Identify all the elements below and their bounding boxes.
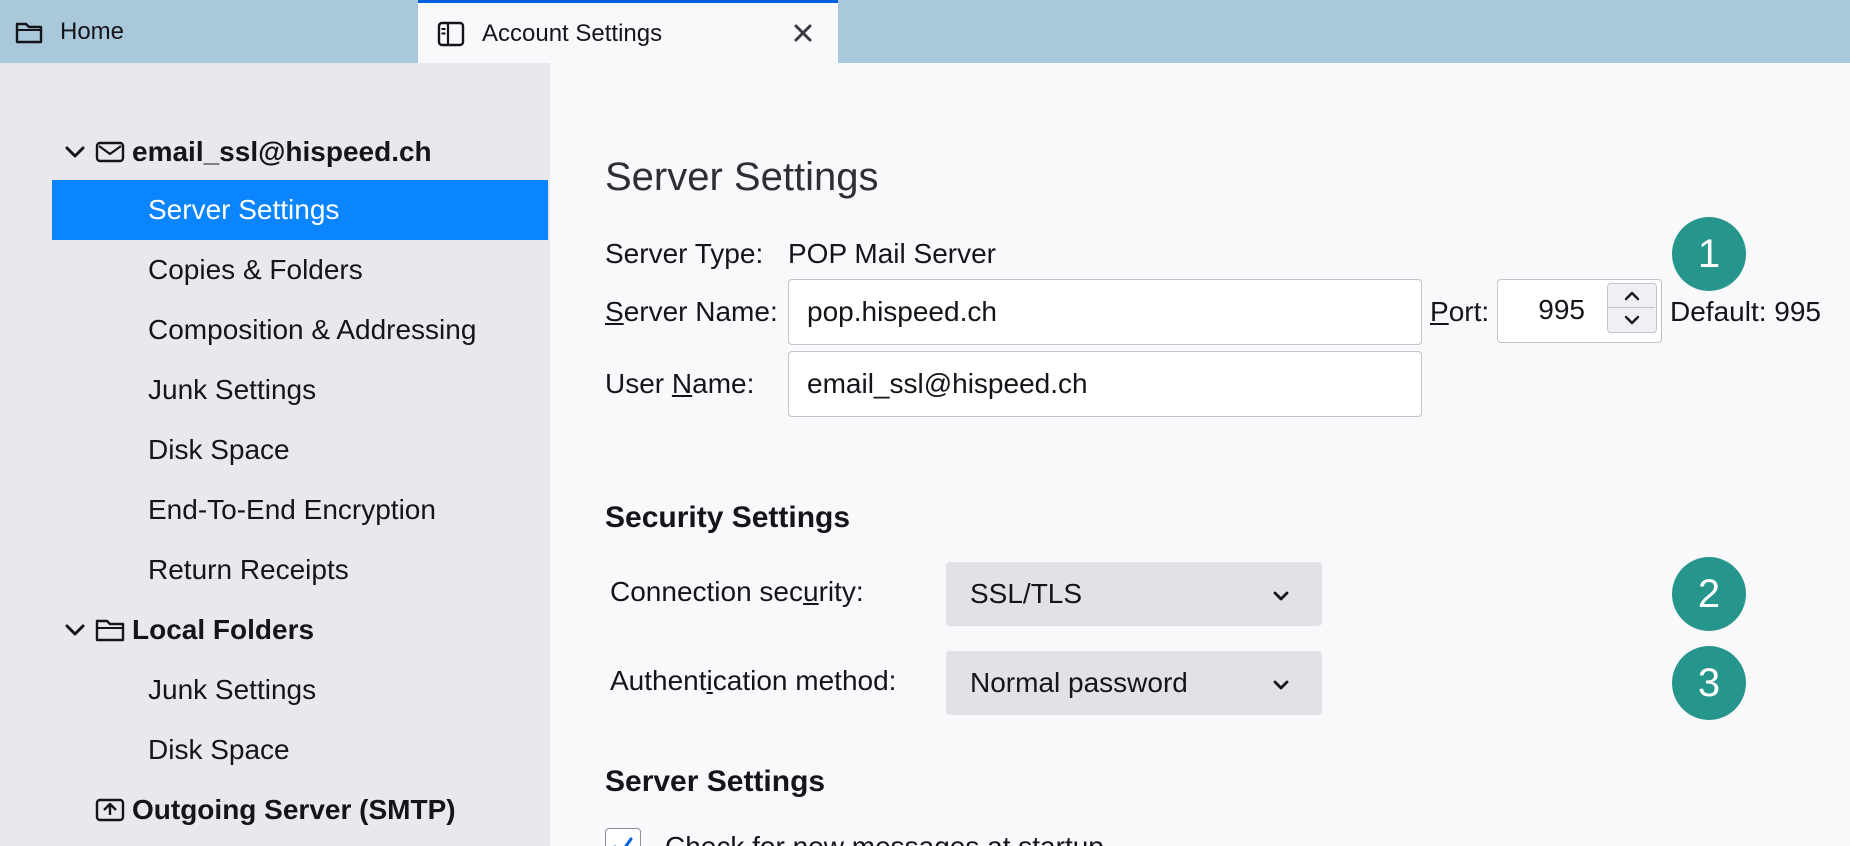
account-label: Outgoing Server (SMTP) bbox=[132, 794, 456, 825]
sidebar-item-label: Server Settings bbox=[148, 194, 340, 225]
connection-security-label-accesskey: u bbox=[803, 576, 819, 607]
sidebar-item-server-settings[interactable]: Server Settings bbox=[52, 180, 548, 240]
server-name-value: pop.hispeed.ch bbox=[807, 296, 997, 327]
connection-security-label-start: Connection sec bbox=[610, 576, 804, 607]
check-startup-checkbox[interactable] bbox=[605, 828, 641, 846]
account-settings-icon bbox=[436, 21, 466, 47]
user-name-label-accesskey: N bbox=[671, 368, 693, 399]
connection-security-select[interactable]: SSL/TLS bbox=[946, 562, 1322, 626]
account-settings-window: Home Account Settings email_ssl@hispeed.… bbox=[0, 0, 1850, 846]
sidebar-item-label: Disk Space bbox=[148, 434, 290, 465]
tab-strip: Home Account Settings bbox=[0, 0, 1850, 64]
user-name-input[interactable]: email_ssl@hispeed.ch bbox=[788, 351, 1422, 417]
sidebar-item-label: Disk Space bbox=[148, 734, 290, 765]
folder-icon bbox=[14, 19, 44, 45]
tab-account-settings-label: Account Settings bbox=[482, 19, 663, 47]
tab-home[interactable]: Home bbox=[0, 0, 415, 63]
sidebar-item-copies-folders[interactable]: Copies & Folders bbox=[52, 240, 548, 300]
chevron-down-icon[interactable] bbox=[1608, 308, 1655, 331]
outgoing-server-icon bbox=[94, 796, 126, 824]
sidebar-item-return-receipts[interactable]: Return Receipts bbox=[52, 540, 548, 600]
port-value: 995 bbox=[1538, 294, 1585, 325]
port-label-rest: ort: bbox=[1448, 296, 1490, 327]
port-label: Port: bbox=[1430, 296, 1489, 328]
authentication-method-select[interactable]: Normal password bbox=[946, 651, 1322, 715]
account-row-local-folders[interactable]: Local Folders bbox=[52, 600, 548, 660]
sidebar-item-label: Return Receipts bbox=[148, 554, 349, 585]
sidebar-item-end-to-end-encryption[interactable]: End-To-End Encryption bbox=[52, 480, 548, 540]
server-name-label-rest: erver Name: bbox=[623, 296, 778, 327]
port-spin-buttons bbox=[1607, 283, 1657, 333]
port-label-accesskey: P bbox=[1430, 296, 1449, 327]
chevron-up-icon[interactable] bbox=[1608, 284, 1655, 308]
server-name-label: Server Name: bbox=[605, 296, 778, 328]
tab-account-settings[interactable]: Account Settings bbox=[418, 0, 838, 64]
server-settings-panel: Server Settings Server Type: POP Mail Se… bbox=[550, 63, 1850, 846]
callout-badge-2: 2 bbox=[1672, 557, 1746, 631]
account-label: email_ssl@hispeed.ch bbox=[132, 136, 432, 167]
sidebar-item-label: Copies & Folders bbox=[148, 254, 363, 285]
sidebar-item-label: Junk Settings bbox=[148, 374, 317, 405]
tab-home-label: Home bbox=[60, 17, 125, 45]
user-name-label: User Name: bbox=[605, 368, 754, 400]
account-tree: email_ssl@hispeed.ch Server Settings Cop… bbox=[0, 63, 550, 846]
envelope-icon bbox=[94, 138, 126, 166]
server-type-label: Server Type: bbox=[605, 238, 764, 269]
sidebar-item-label: Composition & Addressing bbox=[148, 314, 477, 345]
server-name-input[interactable]: pop.hispeed.ch bbox=[788, 279, 1422, 345]
authentication-method-value: Normal password bbox=[970, 667, 1188, 698]
authentication-method-label: Authentication method: bbox=[610, 665, 896, 697]
sidebar-item-local-junk-settings[interactable]: Junk Settings bbox=[52, 660, 548, 720]
folder-icon bbox=[94, 616, 126, 644]
check-startup-label[interactable]: Check for new messages at startup bbox=[665, 831, 1104, 846]
server-type-value: POP Mail Server bbox=[788, 238, 996, 269]
connection-security-label-rest: rity: bbox=[818, 576, 864, 607]
port-default-text: Default: 995 bbox=[1670, 296, 1821, 327]
sidebar-item-disk-space[interactable]: Disk Space bbox=[52, 420, 548, 480]
account-label: Local Folders bbox=[132, 614, 315, 645]
sidebar-item-local-disk-space[interactable]: Disk Space bbox=[52, 720, 548, 780]
server-name-label-accesskey: S bbox=[605, 296, 624, 327]
connection-security-value: SSL/TLS bbox=[970, 578, 1083, 609]
user-name-value: email_ssl@hispeed.ch bbox=[807, 368, 1088, 399]
authentication-method-label-rest: cation method: bbox=[712, 665, 897, 696]
chevron-down-icon bbox=[1270, 671, 1292, 693]
close-icon[interactable] bbox=[788, 18, 818, 48]
page-title: Server Settings bbox=[605, 155, 879, 199]
security-settings-heading: Security Settings bbox=[605, 501, 851, 534]
account-row-email[interactable]: email_ssl@hispeed.ch bbox=[52, 122, 548, 182]
connection-security-label: Connection security: bbox=[610, 576, 864, 608]
authentication-method-label-start: Authent bbox=[610, 665, 707, 696]
server-settings-heading: Server Settings bbox=[605, 765, 826, 798]
user-name-label-rest: ame: bbox=[692, 368, 755, 399]
port-stepper[interactable]: 995 bbox=[1497, 279, 1662, 343]
user-name-label-start: User bbox=[605, 368, 672, 399]
callout-badge-3: 3 bbox=[1672, 646, 1746, 720]
sidebar-item-outgoing-server[interactable]: Outgoing Server (SMTP) bbox=[52, 780, 548, 840]
sidebar-item-label: Junk Settings bbox=[148, 674, 317, 705]
sidebar-item-label: End-To-End Encryption bbox=[148, 494, 436, 525]
sidebar-item-composition-addressing[interactable]: Composition & Addressing bbox=[52, 300, 548, 360]
chevron-down-icon bbox=[1270, 582, 1292, 604]
chevron-down-icon[interactable] bbox=[62, 139, 88, 165]
sidebar-item-junk-settings[interactable]: Junk Settings bbox=[52, 360, 548, 420]
callout-badge-1: 1 bbox=[1672, 217, 1746, 291]
chevron-down-icon[interactable] bbox=[62, 617, 88, 643]
